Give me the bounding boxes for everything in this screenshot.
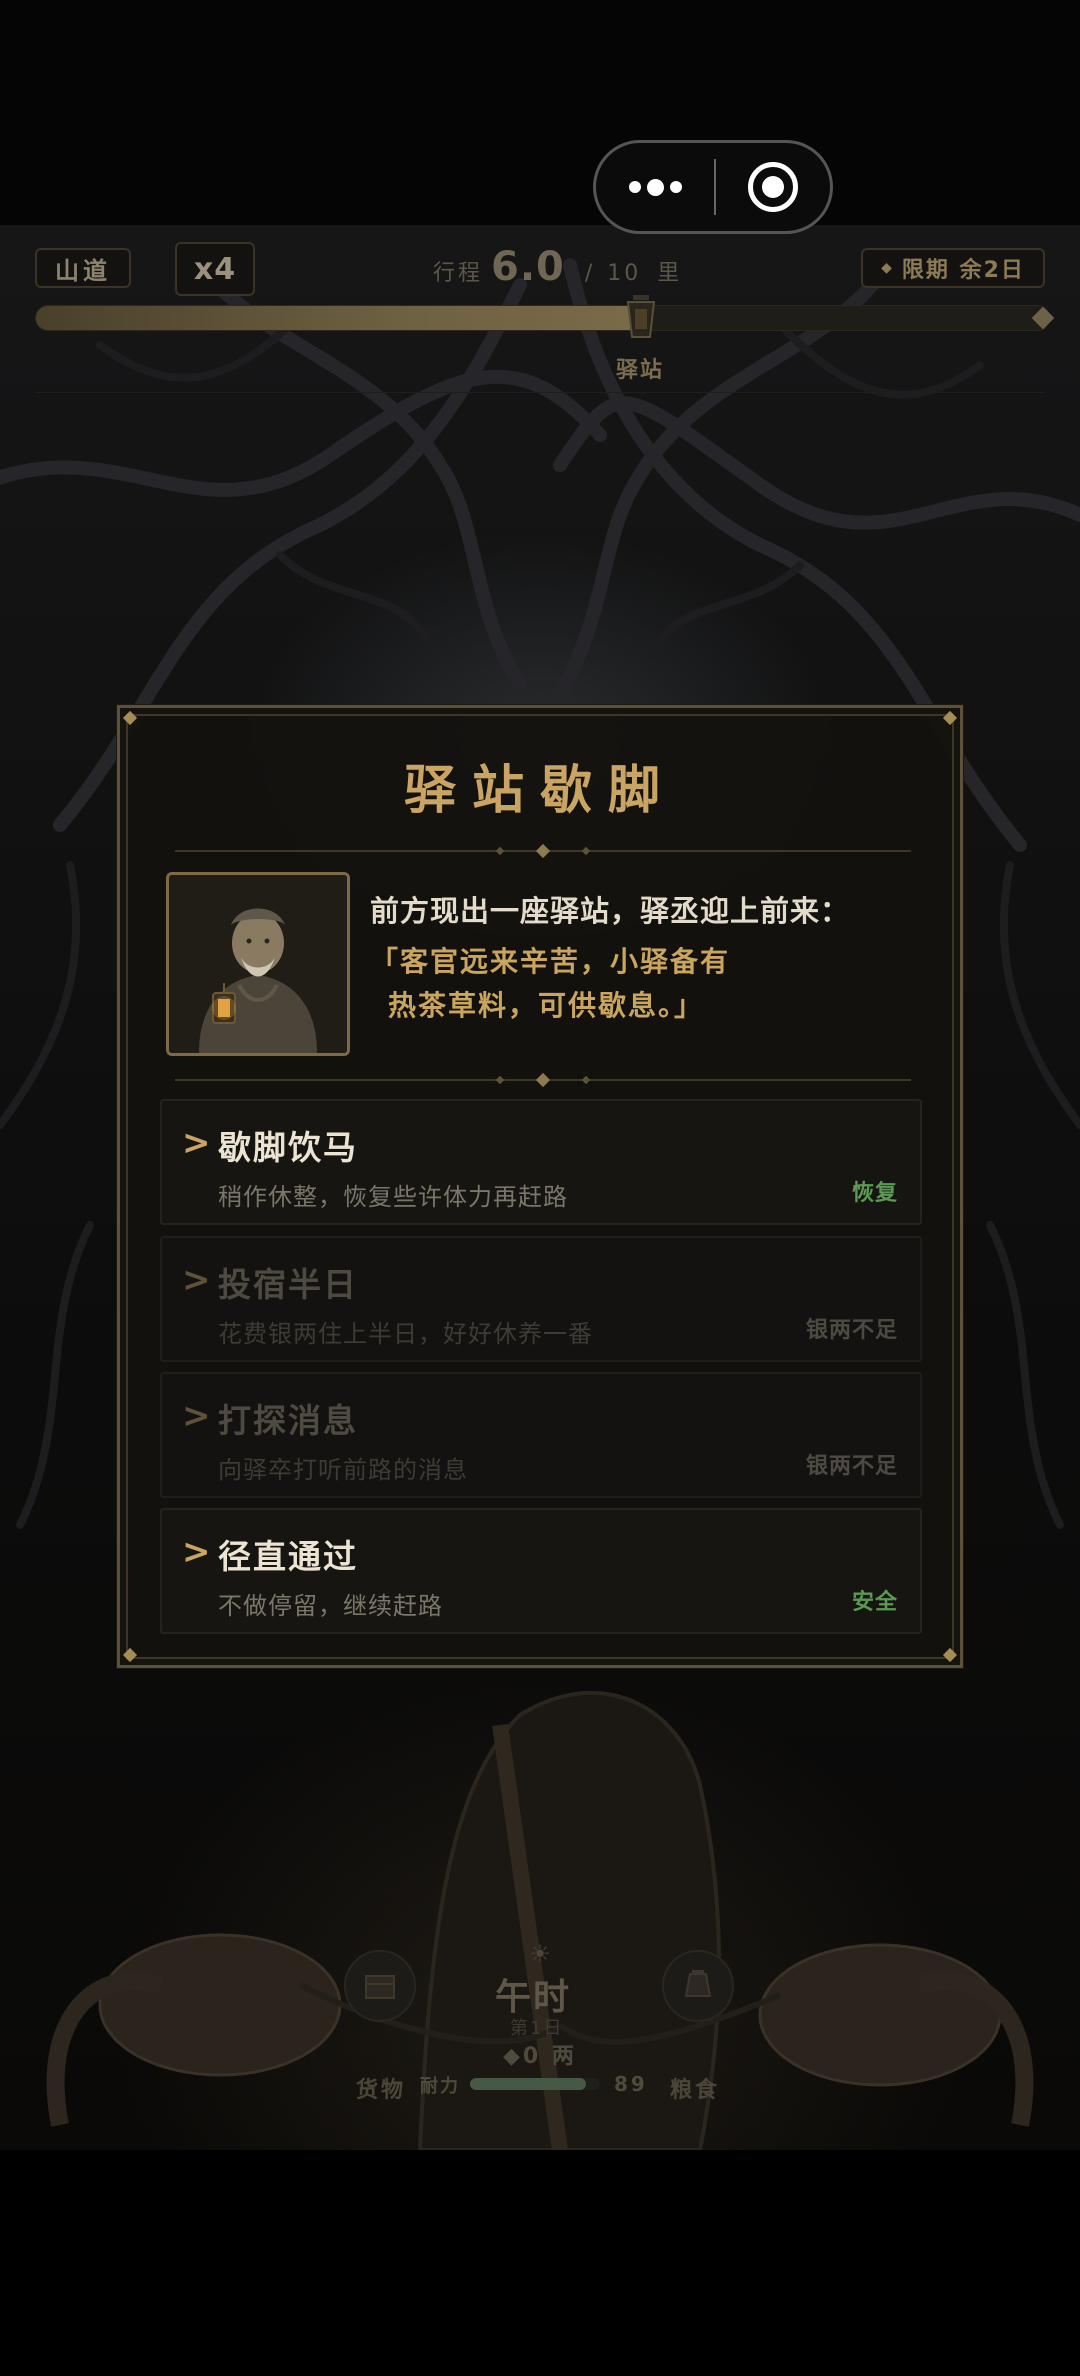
title-divider-ornament bbox=[175, 843, 911, 859]
hud-divider bbox=[35, 392, 1045, 393]
stamina-label: 耐力 bbox=[420, 2076, 460, 2097]
corner-ornament-icon bbox=[122, 710, 138, 726]
more-dots-icon bbox=[628, 181, 641, 193]
option-desc: 稍作休整，恢复些许体力再赶路 bbox=[218, 1183, 568, 1211]
option-rest-and-water-horse[interactable]: > 歇脚饮马 稍作休整，恢复些许体力再赶路 恢复 bbox=[160, 1099, 922, 1225]
route-badge: 山道 bbox=[35, 248, 131, 288]
chevron-right-icon: > bbox=[182, 1260, 211, 1300]
options-divider-ornament bbox=[175, 1072, 911, 1088]
option-tag: 安全 bbox=[851, 1590, 898, 1615]
corner-ornament-icon bbox=[942, 710, 958, 726]
more-dots-icon bbox=[669, 181, 682, 193]
more-menu-button[interactable] bbox=[596, 143, 714, 231]
option-desc: 不做停留，继续赶路 bbox=[218, 1592, 443, 1620]
old-man-lantern-portrait bbox=[169, 875, 347, 1053]
option-pass-through[interactable]: > 径直通过 不做停留，继续赶路 安全 bbox=[160, 1508, 922, 1634]
lantern-marker-icon bbox=[626, 295, 656, 338]
station-keeper-portrait bbox=[166, 872, 350, 1056]
event-intro-text: 前方现出一座驿站，驿丞迎上前来： bbox=[370, 894, 851, 928]
close-mini-program-button[interactable] bbox=[716, 143, 830, 231]
grain-jar-icon bbox=[684, 1970, 712, 1997]
speed-toggle-button[interactable]: x4 bbox=[175, 242, 255, 296]
stamina-bar bbox=[470, 2078, 600, 2090]
deadline-badge: ◆ 限期 余2日 bbox=[861, 248, 1045, 288]
chevron-right-icon: > bbox=[182, 1532, 211, 1572]
option-tag: 恢复 bbox=[851, 1181, 898, 1206]
station-event-dialog: 驿站歇脚 前方现出一座驿站，驿丞迎上前来： 「客官远来辛苦，小驿备有 热茶草料，… bbox=[117, 705, 963, 1668]
option-inquire-news[interactable]: > 打探消息 向驿卒打听前路的消息 银两不足 bbox=[160, 1372, 922, 1498]
chevron-right-icon: > bbox=[182, 1123, 211, 1163]
mini-program-capsule bbox=[593, 140, 833, 234]
close-target-icon bbox=[748, 162, 798, 212]
food-label: 粮食 bbox=[670, 2078, 721, 2103]
option-title: 径直通过 bbox=[218, 1537, 358, 1576]
day-counter: 第1日 bbox=[510, 2018, 564, 2039]
option-title: 投宿半日 bbox=[218, 1265, 358, 1304]
option-title: 打探消息 bbox=[218, 1401, 358, 1440]
chevron-right-icon: > bbox=[182, 1396, 211, 1436]
journey-progress-fill bbox=[36, 306, 644, 330]
more-dots-icon bbox=[646, 178, 664, 196]
food-slot-button[interactable] bbox=[662, 1950, 734, 2022]
goods-label: 货物 bbox=[356, 2078, 407, 2103]
stamina-fill bbox=[470, 2078, 586, 2090]
option-title: 歇脚饮马 bbox=[218, 1128, 358, 1167]
option-desc: 花费银两住上半日，好好休养一番 bbox=[218, 1320, 593, 1348]
bottom-black-bar bbox=[0, 2150, 1080, 2376]
progress-separator: / bbox=[584, 261, 596, 286]
quote-line-1: 「客官远来辛苦，小驿备有 bbox=[370, 945, 731, 978]
chest-icon bbox=[365, 1975, 395, 1999]
corner-ornament-icon bbox=[942, 1647, 958, 1663]
deadline-text: 限期 余2日 bbox=[901, 258, 1025, 283]
progress-label: 行程 bbox=[433, 261, 484, 286]
journey-progress-track bbox=[35, 305, 1050, 331]
stamina-value: 89 bbox=[614, 2072, 648, 2096]
goods-slot-button[interactable] bbox=[344, 1950, 416, 2022]
option-tag: 银两不足 bbox=[805, 1318, 898, 1343]
sun-icon: ☀ bbox=[529, 1940, 551, 1968]
progress-current: 6.0 bbox=[491, 244, 565, 290]
silver-amount: ◆0 两 bbox=[503, 2044, 577, 2069]
station-marker-label: 驿站 bbox=[615, 358, 664, 383]
option-desc: 向驿卒打听前路的消息 bbox=[218, 1456, 468, 1484]
quote-line-2: 热茶草料，可供歇息。」 bbox=[388, 989, 705, 1022]
dialog-title: 驿站歇脚 bbox=[403, 761, 676, 821]
time-of-day: 午时 bbox=[495, 1977, 572, 2018]
diamond-icon: ◆ bbox=[881, 260, 894, 276]
progress-total: 10 bbox=[607, 261, 642, 286]
corner-ornament-icon bbox=[122, 1647, 138, 1663]
keeper-quote: 「客官远来辛苦，小驿备有 热茶草料，可供歇息。」 bbox=[370, 940, 730, 1028]
progress-unit: 里 bbox=[657, 261, 683, 286]
journey-progress-text: 行程 6.0 / 10 里 bbox=[433, 244, 682, 294]
option-stay-half-day[interactable]: > 投宿半日 花费银两住上半日，好好休养一番 银两不足 bbox=[160, 1236, 922, 1362]
option-tag: 银两不足 bbox=[805, 1454, 898, 1479]
